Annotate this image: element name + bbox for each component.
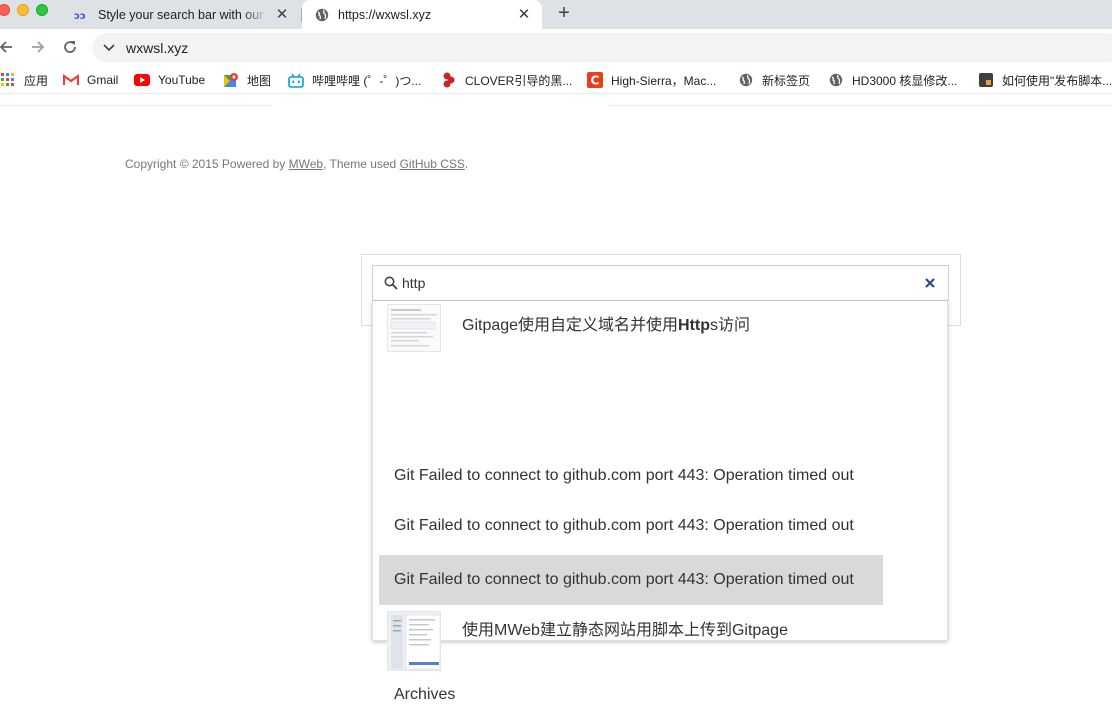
bookmark-new-tab[interactable]: 新标签页 xyxy=(738,72,810,88)
bookmark-high-sierra[interactable]: C High-Sierra，Mac... xyxy=(587,72,716,88)
search-result-item[interactable]: Gitpage使用自定义域名并使用Https访问 xyxy=(379,301,883,357)
tab-strip: ɔɔ Style your search bar with our ✕ http… xyxy=(0,0,1112,29)
result-thumbnail xyxy=(387,304,441,352)
theme-text: , Theme used xyxy=(323,157,400,171)
tab-title: Style your search bar with our xyxy=(98,7,264,22)
github-css-link[interactable]: GitHub CSS xyxy=(400,157,465,171)
divider xyxy=(608,105,1112,106)
bookmark-clover[interactable]: CLOVER引导的黑... xyxy=(441,72,572,88)
back-arrow-icon xyxy=(0,41,12,53)
bookmark-label: YouTube xyxy=(158,73,206,87)
bookmark-hd3000[interactable]: HD3000 核显修改... xyxy=(828,72,957,88)
result-title: Git Failed to connect to github.com port… xyxy=(394,517,854,534)
url-text[interactable]: wxwsl.xyz xyxy=(126,40,188,56)
search-input[interactable]: http xyxy=(372,265,949,301)
bookmark-label: 地图 xyxy=(247,73,272,88)
tab-title: https://wxwsl.xyz xyxy=(338,7,432,22)
result-title: Git Failed to connect to github.com port… xyxy=(394,571,854,588)
search-result-item[interactable]: Archives xyxy=(379,670,883,720)
chevron-down-icon[interactable] xyxy=(102,41,116,55)
bookmarks-bar: 应用 Gmail YouTube 地图 哔哩哔哩 (゜-゜)つ... CLOVE… xyxy=(0,66,1112,94)
tab-close-icon[interactable]: ✕ xyxy=(274,6,290,23)
result-title: Gitpage使用自定义域名并使用Https访问 xyxy=(462,317,751,334)
result-thumbnail xyxy=(387,611,441,671)
bookmark-apps[interactable]: 应用 xyxy=(0,72,48,88)
window-close-button[interactable] xyxy=(0,4,10,16)
bookmark-label: 应用 xyxy=(24,73,49,88)
bookmark-bilibili[interactable]: 哔哩哔哩 (゜-゜)つ... xyxy=(288,72,421,88)
browser-toolbar: wxwsl.xyz xyxy=(0,29,1112,66)
youtube-icon xyxy=(134,72,150,88)
c-logo-icon: C xyxy=(587,72,603,88)
bookmark-label: CLOVER引导的黑... xyxy=(465,73,573,88)
search-result-item[interactable]: Git Failed to connect to github.com port… xyxy=(379,451,883,501)
bookmark-label: 新标签页 xyxy=(762,73,811,88)
window-minimize-button[interactable] xyxy=(17,4,29,16)
search-icon xyxy=(382,274,400,292)
bookmark-label: 如何使用"发布脚本... xyxy=(1002,73,1112,88)
search-result-item-highlighted[interactable]: Git Failed to connect to github.com port… xyxy=(379,555,883,605)
bookmark-label: Gmail xyxy=(87,73,119,87)
match-highlight: Http xyxy=(678,317,711,334)
tab-close-icon[interactable]: ✕ xyxy=(516,6,532,23)
copyright-footer: Copyright © 2015 Powered by MWeb, Theme … xyxy=(125,157,468,171)
period-text: . xyxy=(464,157,469,171)
window-zoom-button[interactable] xyxy=(36,4,48,16)
globe-icon xyxy=(738,72,754,88)
address-bar[interactable]: wxwsl.xyz xyxy=(92,33,1112,62)
bookmark-youtube[interactable]: YouTube xyxy=(134,72,205,88)
bilibili-icon xyxy=(288,72,304,88)
gmail-icon xyxy=(63,72,79,88)
search-results-dropdown: Gitpage使用自定义域名并使用Https访问 Git Failed to c… xyxy=(372,301,948,703)
tab-wxwsl[interactable]: https://wxwsl.xyz ✕ xyxy=(302,0,542,29)
script-icon xyxy=(978,72,994,88)
tab-style-search-bar[interactable]: ɔɔ Style your search bar with our ✕ xyxy=(62,0,300,29)
svg-text:C: C xyxy=(591,74,600,88)
result-title: 使用MWeb建立静态网站用脚本上传到Gitpage xyxy=(462,622,788,639)
bookmark-label: 哔哩哔哩 (゜-゜)つ... xyxy=(312,73,422,88)
apps-grid-icon xyxy=(0,72,16,88)
stylebar-favicon-icon: ɔɔ xyxy=(74,7,90,23)
bookmark-publish-script[interactable]: 如何使用"发布脚本... xyxy=(978,72,1112,88)
forward-arrow-icon xyxy=(32,41,45,53)
reload-icon xyxy=(64,41,76,53)
divider xyxy=(0,105,272,106)
clover-icon xyxy=(441,72,457,88)
result-title: Git Failed to connect to github.com port… xyxy=(394,467,854,484)
bookmark-gmail[interactable]: Gmail xyxy=(63,72,118,88)
reload-button[interactable] xyxy=(60,37,80,57)
page-content: Copyright © 2015 Powered by MWeb, Theme … xyxy=(0,95,1112,703)
bookmark-label: High-Sierra，Mac... xyxy=(611,73,717,88)
maps-icon xyxy=(223,72,239,88)
bookmark-maps[interactable]: 地图 xyxy=(223,72,271,88)
result-title: Archives xyxy=(394,686,456,703)
bookmark-label: HD3000 核显修改... xyxy=(852,73,958,88)
clear-icon[interactable] xyxy=(921,274,939,292)
forward-button[interactable] xyxy=(28,37,48,57)
globe-icon xyxy=(314,7,330,23)
copyright-text: Copyright © 2015 Powered by xyxy=(125,157,289,171)
search-result-item[interactable]: 使用MWeb建立静态网站用脚本上传到Gitpage xyxy=(379,608,883,671)
mweb-link[interactable]: MWeb xyxy=(289,157,323,171)
globe-icon xyxy=(828,72,844,88)
search-result-item[interactable]: Git Failed to connect to github.com port… xyxy=(379,501,883,551)
svg-text:ɔɔ: ɔɔ xyxy=(74,11,86,21)
new-tab-button[interactable]: + xyxy=(553,3,575,25)
search-query[interactable]: http xyxy=(402,275,921,291)
back-button[interactable] xyxy=(0,37,16,57)
